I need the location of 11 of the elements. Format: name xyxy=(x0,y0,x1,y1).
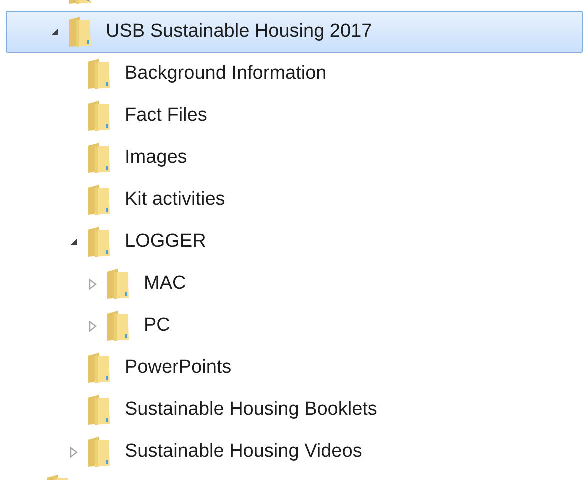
tree-item[interactable]: Background Information xyxy=(6,53,583,95)
tree-item[interactable]: PowerPoints xyxy=(6,347,583,389)
tree-item[interactable]: Fact Files xyxy=(6,95,583,137)
tree-item[interactable]: MAC xyxy=(6,263,583,305)
tree-item[interactable]: Sustainable Housing Booklets xyxy=(6,389,583,431)
tree-item[interactable]: Images xyxy=(6,137,583,179)
tree-item[interactable]: Sustainable Housing Videos xyxy=(6,431,583,473)
tree-item[interactable]: USB Sustainable Housing 2017 xyxy=(6,11,583,53)
tree-item[interactable]: PC xyxy=(6,305,583,347)
tree-item[interactable]: LOGGER xyxy=(6,221,583,263)
tree-item[interactable]: Kit activities xyxy=(6,179,583,221)
